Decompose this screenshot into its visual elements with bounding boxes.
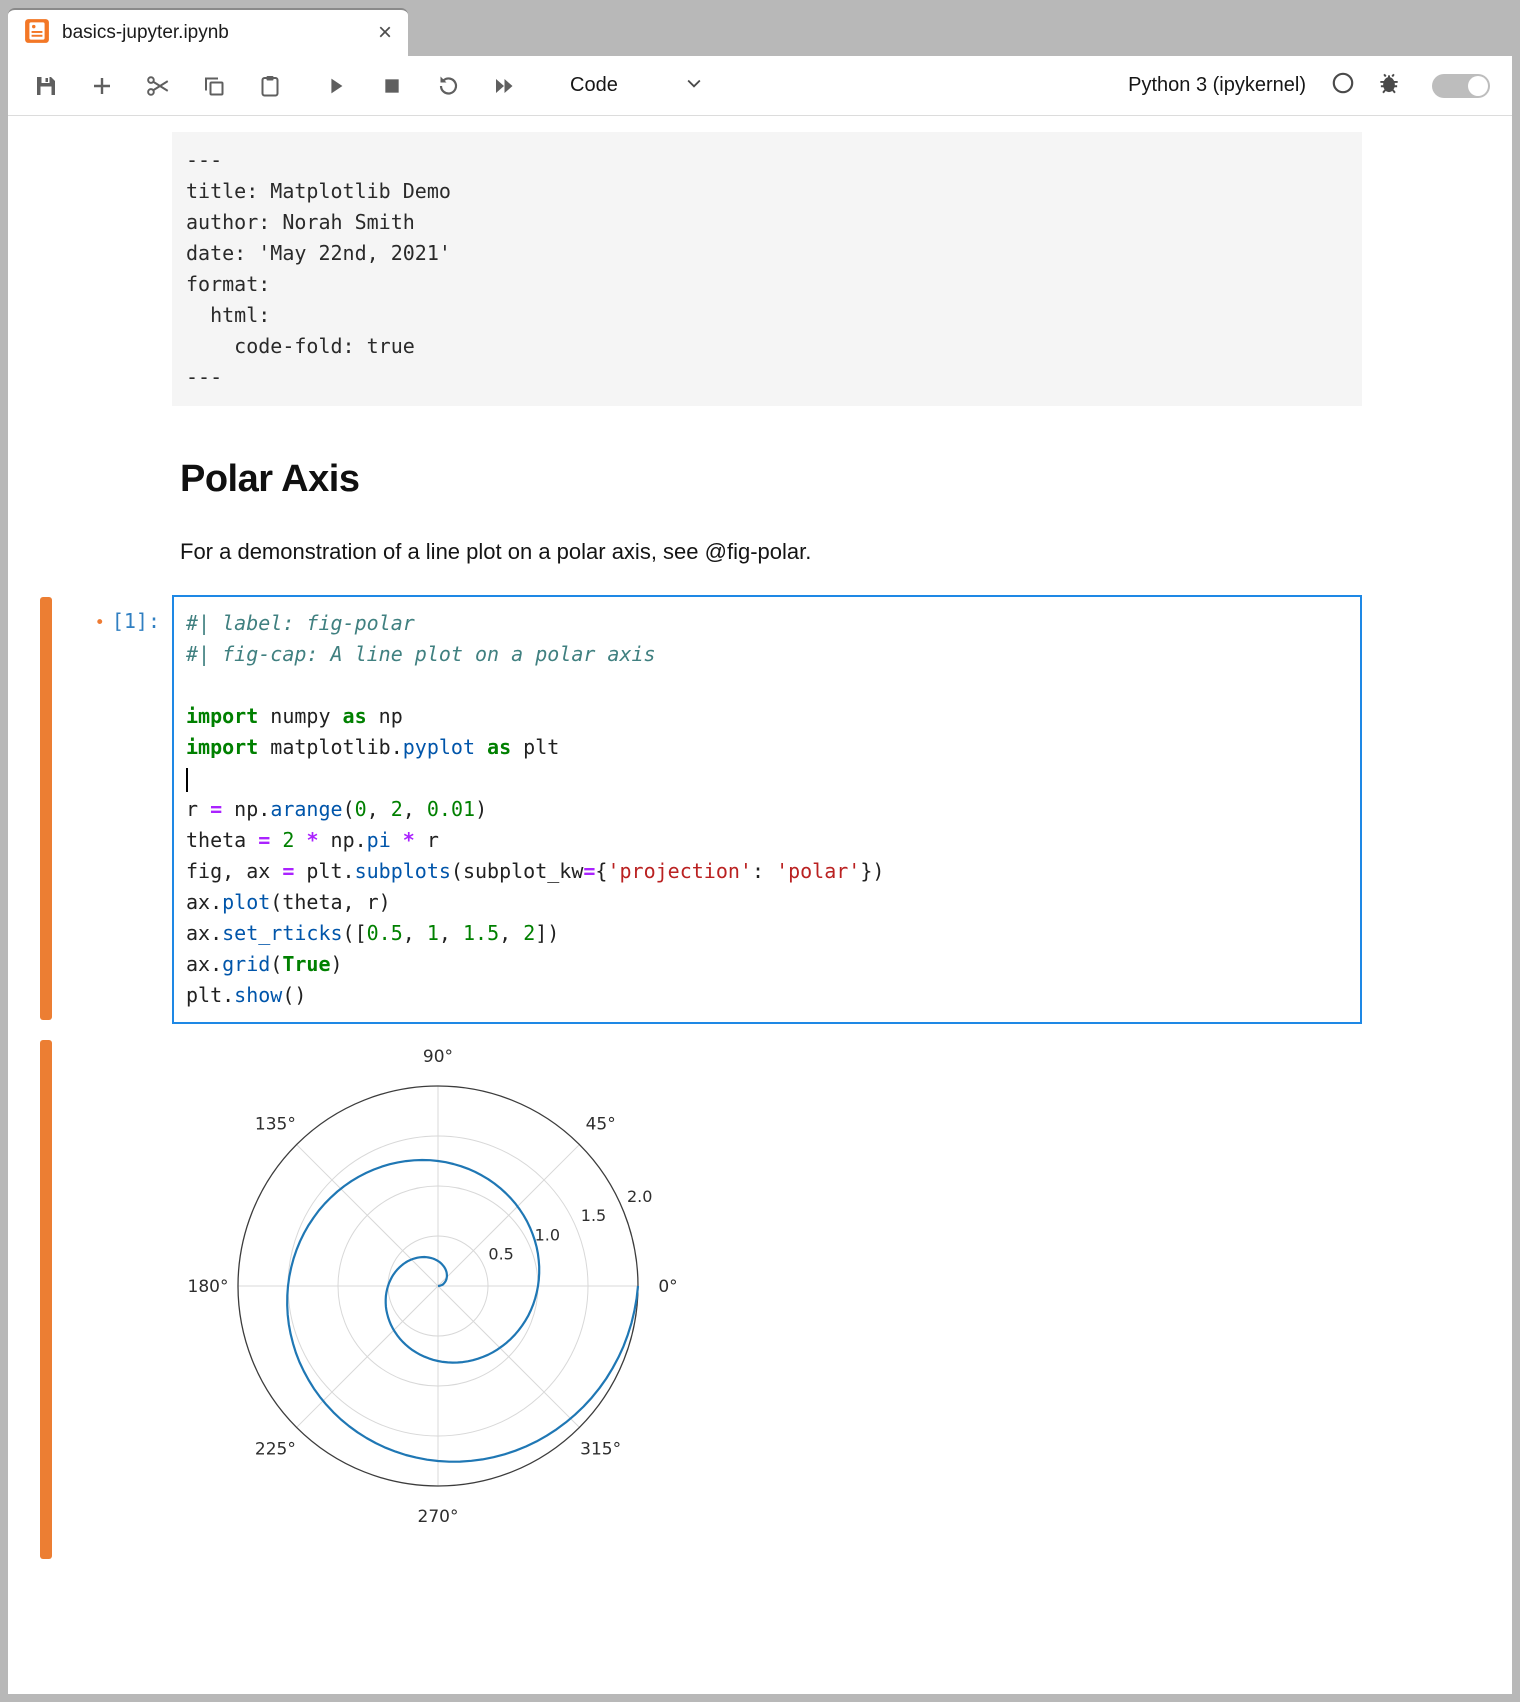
cut-cells-button[interactable] [142, 70, 174, 102]
raw-line: code-fold: true [186, 331, 1348, 362]
svg-text:315°: 315° [580, 1440, 621, 1460]
svg-text:180°: 180° [188, 1277, 229, 1297]
tab-close-icon[interactable]: × [378, 21, 392, 45]
raw-line: date: 'May 22nd, 2021' [186, 238, 1348, 269]
code-editor[interactable]: #| label: fig-polar#| fig-cap: A line pl… [172, 595, 1362, 1024]
raw-line: --- [186, 145, 1348, 176]
svg-text:1.5: 1.5 [581, 1206, 606, 1225]
execution-prompt: • [1]: [95, 609, 160, 633]
code-line: import matplotlib.pyplot as plt [186, 732, 1348, 763]
notebook-file-icon [24, 18, 50, 49]
cell-type-value: Code [570, 74, 618, 97]
raw-cell-gutter [8, 132, 172, 406]
toggle-knob [1468, 76, 1488, 96]
output-area: 0° 45° 90° 135° 180° 225° 270° 315° 0.5 1.0 1.5 2.0 [176, 1038, 1362, 1563]
jupyter-window: basics-jupyter.ipynb × [0, 0, 1520, 1702]
raw-line: html: [186, 300, 1348, 331]
cell-type-dropdown[interactable]: Code [570, 73, 704, 98]
code-line: ax.set_rticks([0.5, 1, 1.5, 2]) [186, 918, 1348, 949]
add-cell-button[interactable] [86, 70, 118, 102]
output-gutter [8, 1038, 172, 1563]
svg-text:45°: 45° [586, 1114, 616, 1134]
save-button[interactable] [30, 70, 62, 102]
code-line [186, 763, 1348, 794]
code-cell-gutter: • [1]: [8, 595, 172, 1024]
code-line: #| fig-cap: A line plot on a polar axis [186, 639, 1348, 670]
svg-text:90°: 90° [423, 1047, 453, 1067]
markdown-paragraph: For a demonstration of a line plot on a … [180, 539, 1362, 565]
output-row: 0° 45° 90° 135° 180° 225° 270° 315° 0.5 1.0 1.5 2.0 [8, 1038, 1512, 1563]
svg-text:2.0: 2.0 [627, 1187, 652, 1206]
execution-count: [1]: [112, 609, 160, 633]
raw-cell-row: ---title: Matplotlib Demoauthor: Norah S… [8, 132, 1512, 406]
raw-yaml-cell[interactable]: ---title: Matplotlib Demoauthor: Norah S… [172, 132, 1362, 406]
paste-cells-button[interactable] [254, 70, 286, 102]
tab-title: basics-jupyter.ipynb [62, 22, 229, 44]
run-all-cells-button[interactable] [488, 70, 520, 102]
cell-dirty-dot: • [95, 613, 105, 633]
restart-kernel-button[interactable] [432, 70, 464, 102]
raw-line: author: Norah Smith [186, 207, 1348, 238]
svg-text:270°: 270° [418, 1507, 459, 1527]
page-title: Polar Axis [180, 458, 1362, 501]
interrupt-kernel-button[interactable] [376, 70, 408, 102]
svg-text:225°: 225° [255, 1440, 296, 1460]
code-line: ax.plot(theta, r) [186, 887, 1348, 918]
code-line [186, 670, 1348, 701]
raw-line: --- [186, 362, 1348, 393]
code-line: r = np.arange(0, 2, 0.01) [186, 794, 1348, 825]
raw-line: format: [186, 269, 1348, 300]
debugger-bug-icon[interactable] [1376, 70, 1402, 101]
markdown-cell: Polar Axis For a demonstration of a line… [180, 458, 1362, 565]
notebook-content: ---title: Matplotlib Demoauthor: Norah S… [8, 116, 1512, 1694]
code-line: ax.grid(True) [186, 949, 1348, 980]
notebook-tab[interactable]: basics-jupyter.ipynb × [8, 8, 408, 56]
text-caret [186, 768, 188, 792]
debugger-toggle[interactable] [1432, 74, 1490, 98]
kernel-status-icon[interactable] [1330, 70, 1356, 101]
input-collapser[interactable] [40, 597, 52, 1020]
chevron-down-icon [684, 73, 704, 98]
polar-figure: 0° 45° 90° 135° 180° 225° 270° 315° 0.5 1.0 1.5 2.0 [176, 1038, 736, 1558]
svg-text:135°: 135° [255, 1114, 296, 1134]
svg-text:0°: 0° [658, 1277, 677, 1297]
notebook-toolbar: Code Python 3 (ipykernel) [8, 56, 1512, 116]
code-line: fig, ax = plt.subplots(subplot_kw={'proj… [186, 856, 1348, 887]
tab-bar: basics-jupyter.ipynb × [8, 8, 1512, 56]
kernel-name[interactable]: Python 3 (ipykernel) [1128, 74, 1306, 97]
output-collapser[interactable] [40, 1040, 52, 1559]
raw-line: title: Matplotlib Demo [186, 176, 1348, 207]
code-line: #| label: fig-polar [186, 608, 1348, 639]
run-cell-button[interactable] [320, 70, 352, 102]
svg-text:0.5: 0.5 [488, 1245, 513, 1264]
code-cell-row: • [1]: #| label: fig-polar#| fig-cap: A l… [8, 595, 1512, 1024]
copy-cells-button[interactable] [198, 70, 230, 102]
code-line: theta = 2 * np.pi * r [186, 825, 1348, 856]
code-line: plt.show() [186, 980, 1348, 1011]
code-line: import numpy as np [186, 701, 1348, 732]
svg-text:1.0: 1.0 [535, 1225, 560, 1244]
